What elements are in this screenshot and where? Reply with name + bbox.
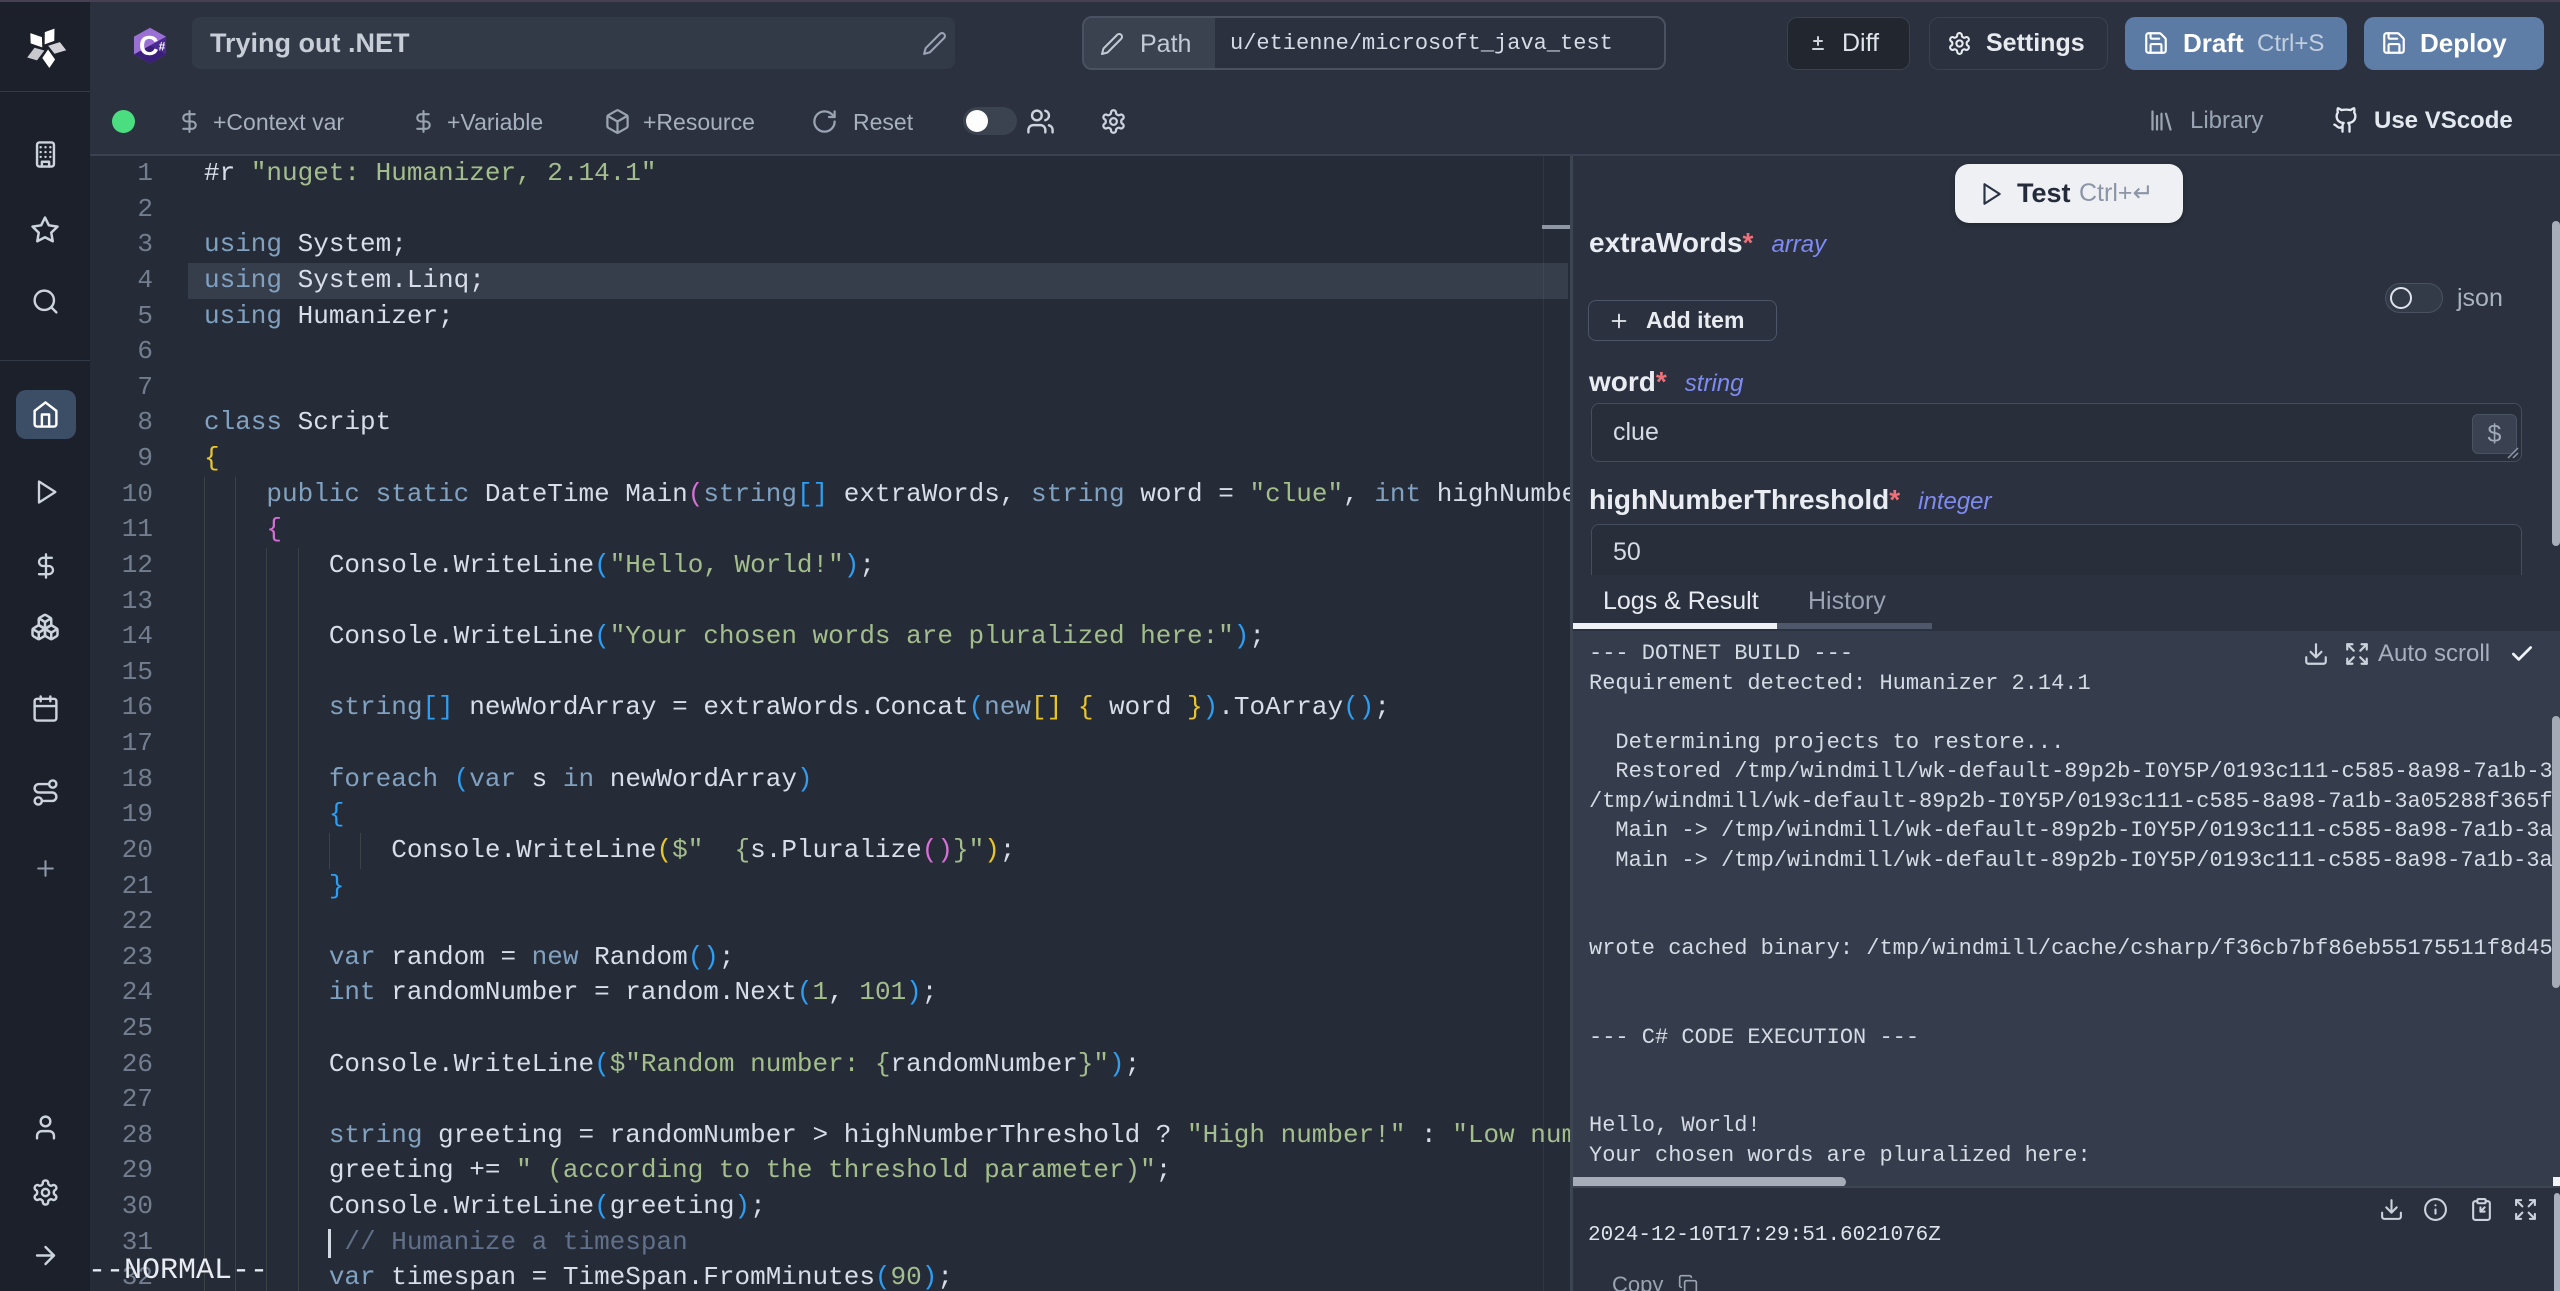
svg-text:C: C xyxy=(139,30,159,61)
svg-text:#: # xyxy=(159,39,166,53)
